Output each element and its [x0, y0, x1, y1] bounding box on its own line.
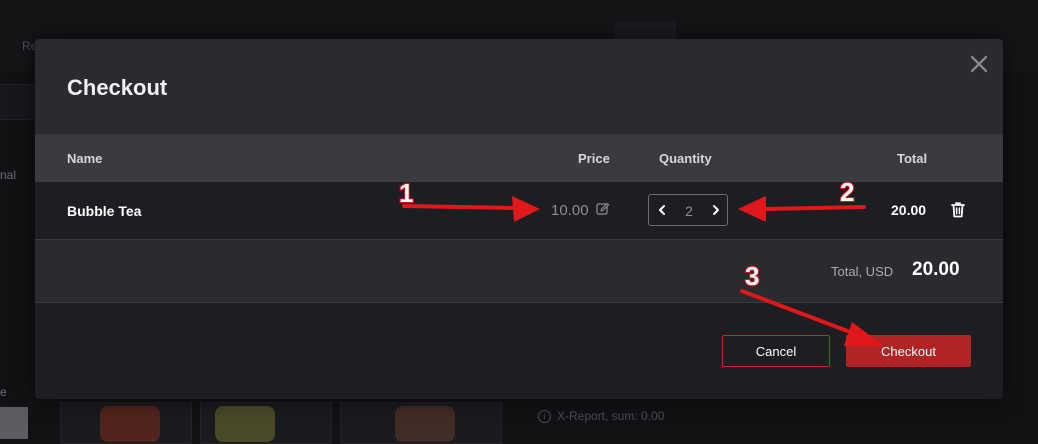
- trash-icon[interactable]: [950, 201, 966, 218]
- quantity-stepper[interactable]: 2: [648, 194, 728, 226]
- total-label: Total, USD: [831, 264, 894, 279]
- background-side-label: nal: [0, 168, 17, 182]
- column-header-total: Total: [897, 151, 928, 166]
- cancel-button[interactable]: Cancel: [722, 335, 830, 367]
- item-name: Bubble Tea: [67, 203, 142, 219]
- column-header-name: Name: [67, 151, 103, 166]
- background-food-image: [100, 406, 160, 442]
- info-icon: i: [538, 409, 551, 423]
- chevron-right-icon[interactable]: [707, 201, 725, 219]
- chevron-left-icon[interactable]: [653, 201, 671, 219]
- background-side-block: [0, 407, 28, 439]
- column-header-price: Price: [578, 151, 610, 166]
- close-icon[interactable]: [968, 53, 990, 75]
- table-row: Bubble Tea 10.00 2 20.00: [35, 182, 1003, 240]
- total-value: 20.00: [912, 259, 960, 280]
- item-price: 10.00: [551, 202, 589, 219]
- modal-footer: Cancel Checkout: [35, 303, 1003, 399]
- quantity-value[interactable]: 2: [683, 203, 695, 219]
- background-food-image: [215, 406, 275, 442]
- modal-title: Checkout: [67, 75, 168, 100]
- order-summary: Total, USD 20.00: [35, 240, 1003, 303]
- xreport-text: X-Report, sum: 0.00: [557, 409, 665, 423]
- item-total: 20.00: [891, 202, 927, 218]
- background-xreport: i X-Report, sum: 0.00: [538, 409, 664, 423]
- pencil-edit-icon[interactable]: [596, 202, 610, 216]
- checkout-button[interactable]: Checkout: [846, 335, 971, 367]
- background-side-label: e: [0, 385, 7, 399]
- table-header: Name Price Quantity Total: [35, 134, 1003, 182]
- checkout-modal: Checkout Name Price Quantity Total Bubbl…: [35, 39, 1003, 399]
- background-food-image: [395, 406, 455, 442]
- column-header-quantity: Quantity: [659, 151, 712, 166]
